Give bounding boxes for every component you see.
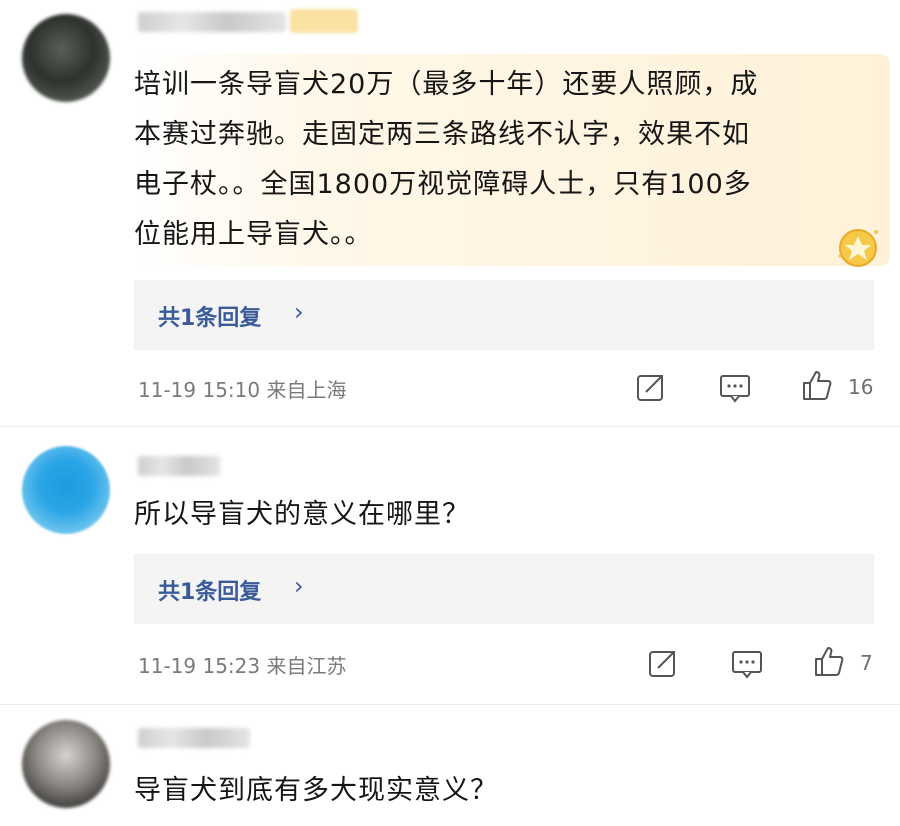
share-icon[interactable]	[634, 370, 668, 404]
like-count: 16	[848, 375, 874, 399]
avatar[interactable]	[22, 720, 110, 808]
divider	[0, 426, 900, 427]
comment-text-line: 培训一条导盲犬20万（最多十年）还要人照顾，成	[134, 69, 759, 100]
comment-icon[interactable]	[718, 370, 752, 404]
comment-3: 导盲犬到底有多大现实意义？	[0, 712, 900, 826]
like-icon[interactable]	[812, 644, 846, 678]
comment-text-line: 电子杖。。全国1800万视觉障碍人士，只有100多	[134, 169, 752, 200]
comment-meta: 11-19 15:23 来自江苏	[138, 654, 347, 678]
comment-text-line: 位能用上导盲犬。。	[134, 219, 373, 250]
divider	[0, 704, 900, 705]
comment-1: 培训一条导盲犬20万（最多十年）还要人照顾，成 本赛过奔驰。走固定两三条路线不认…	[0, 0, 900, 430]
comment-icon[interactable]	[730, 646, 764, 680]
reply-count-label: 共1条回复	[158, 580, 262, 605]
comment-meta: 11-19 15:10 来自上海	[138, 378, 347, 402]
user-badge	[290, 9, 358, 33]
share-icon[interactable]	[646, 646, 680, 680]
comment-2: 所以导盲犬的意义在哪里？ 共1条回复 › 11-19 15:23 来自江苏 7	[0, 440, 900, 710]
comment-text: 培训一条导盲犬20万（最多十年）还要人照顾，成 本赛过奔驰。走固定两三条路线不认…	[134, 60, 870, 260]
username-blurred[interactable]	[138, 456, 220, 476]
comment-text: 导盲犬到底有多大现实意义？	[134, 775, 498, 806]
avatar[interactable]	[22, 446, 110, 534]
comment-text: 所以导盲犬的意义在哪里？	[134, 499, 470, 530]
username-blurred[interactable]	[138, 12, 286, 32]
view-replies-button[interactable]: 共1条回复 ›	[134, 554, 874, 624]
view-replies-button[interactable]: 共1条回复 ›	[134, 280, 874, 350]
comment-text-line: 本赛过奔驰。走固定两三条路线不认字，效果不如	[134, 119, 750, 150]
like-icon[interactable]	[800, 368, 834, 402]
chevron-right-icon: ›	[294, 298, 304, 326]
avatar[interactable]	[22, 14, 110, 102]
username-blurred[interactable]	[138, 728, 250, 748]
like-count: 7	[860, 651, 873, 675]
reply-count-label: 共1条回复	[158, 306, 262, 331]
chevron-right-icon: ›	[294, 572, 304, 600]
